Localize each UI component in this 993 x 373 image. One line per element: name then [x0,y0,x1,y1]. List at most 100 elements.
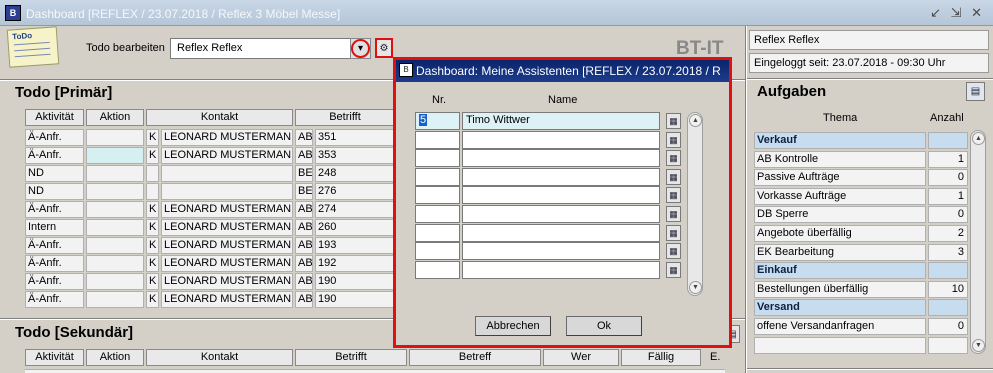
table-cell-aktion[interactable] [86,237,144,254]
task-item[interactable]: offene Versandanfragen [754,318,926,335]
assistant-name-input[interactable] [462,260,660,279]
sec-col-wer[interactable]: Wer [543,349,619,366]
assistant-name-input[interactable] [462,223,660,242]
table-cell-aktion[interactable] [86,201,144,218]
table-cell-typ[interactable]: AB [295,129,313,146]
lookup-icon[interactable]: ▦ [666,131,681,148]
table-cell-kontakt[interactable]: LEONARD MUSTERMANN [161,255,293,272]
lookup-icon[interactable]: ▦ [666,243,681,260]
sec-col-e[interactable]: E. [710,351,720,363]
assistant-name-input[interactable]: Timo Wittwer [462,112,660,130]
task-item[interactable]: AB Kontrolle [754,150,926,168]
table-cell-typ[interactable]: AB [295,147,313,164]
dialog-scrollbar[interactable]: ▲ ▼ [687,112,703,296]
tasks-scrollbar[interactable]: ▲ ▼ [970,130,986,354]
table-cell-nr[interactable]: 351 [315,129,395,146]
sec-col-kontakt[interactable]: Kontakt [146,349,293,366]
ok-button[interactable]: Ok [566,316,642,336]
table-cell-typ[interactable]: AB [295,291,313,308]
table-cell-kontakt[interactable]: LEONARD MUSTERMANN [161,219,293,236]
table-cell-aktion[interactable] [86,165,144,182]
table-cell-nr[interactable]: 190 [315,291,395,308]
assistant-nr-input[interactable] [415,167,460,186]
table-cell-k[interactable]: K [146,255,159,272]
todo-user-select[interactable]: Reflex Reflex [170,38,370,59]
sec-col-betrifft[interactable]: Betrifft [295,349,407,366]
assistant-nr-input[interactable] [415,149,460,168]
table-cell-k[interactable]: K [146,129,159,146]
table-cell-aktivitaet[interactable]: Ä-Anfr. [25,255,84,272]
table-cell-aktivitaet[interactable]: Intern [25,219,84,236]
table-cell-aktivitaet[interactable]: Ä-Anfr. [25,129,84,146]
cancel-button[interactable]: Abbrechen [475,316,551,336]
sec-col-betreff[interactable]: Betreff [409,349,541,366]
table-cell-nr[interactable]: 276 [315,183,395,200]
assistants-button[interactable]: ⚙ [375,38,393,58]
assistant-name-input[interactable] [462,186,660,205]
table-cell-aktivitaet[interactable]: Ä-Anfr. [25,147,84,164]
table-cell-aktion[interactable] [86,183,144,200]
table-cell-nr[interactable]: 353 [315,147,395,164]
assistant-nr-input[interactable] [415,260,460,279]
task-count[interactable]: 0 [928,206,968,224]
task-count[interactable]: 1 [928,150,968,168]
col-aktivitaet[interactable]: Aktivität [25,109,84,126]
table-cell-aktion[interactable] [86,219,144,236]
scroll-down-icon[interactable]: ▼ [689,281,702,294]
table-cell-kontakt[interactable] [161,165,293,182]
task-count[interactable]: 0 [928,169,968,187]
assistant-name-input[interactable] [462,149,660,168]
tasks-settings-icon[interactable]: ▤ [966,82,985,101]
table-cell-nr[interactable]: 248 [315,165,395,182]
assistant-nr-input[interactable] [415,186,460,205]
table-cell-typ[interactable]: BE [295,183,313,200]
table-cell-k[interactable]: K [146,291,159,308]
task-count[interactable] [928,132,968,149]
sec-col-faellig[interactable]: Fällig [621,349,701,366]
task-count[interactable]: 0 [928,318,968,335]
task-count[interactable] [928,336,968,354]
task-count[interactable] [928,262,968,280]
table-cell-kontakt[interactable]: LEONARD MUSTERMANN [161,201,293,218]
table-cell-kontakt[interactable] [161,183,293,200]
task-count[interactable]: 10 [928,280,968,298]
lookup-icon[interactable]: ▦ [666,206,681,222]
scroll-up-icon[interactable]: ▲ [972,132,985,145]
table-cell-kontakt[interactable]: LEONARD MUSTERMANN [161,147,293,164]
table-cell-aktion[interactable] [86,129,144,146]
table-cell-nr[interactable]: 192 [315,255,395,272]
table-cell-kontakt[interactable]: LEONARD MUSTERMANN [161,273,293,290]
assistant-name-input[interactable] [462,167,660,186]
table-cell-typ[interactable]: AB [295,201,313,218]
table-cell-kontakt[interactable]: LEONARD MUSTERMANN [161,129,293,146]
table-cell-kontakt[interactable]: LEONARD MUSTERMANN [161,291,293,308]
scroll-up-icon[interactable]: ▲ [689,114,702,127]
lookup-icon[interactable]: ▦ [666,187,681,204]
assistant-nr-input[interactable] [415,242,460,261]
task-count[interactable]: 2 [928,225,968,242]
sec-col-aktivitaet[interactable]: Aktivität [25,349,84,366]
sec-col-aktion[interactable]: Aktion [86,349,144,366]
table-cell-k[interactable]: K [146,147,159,164]
task-item[interactable]: Vorkasse Aufträge [754,187,926,205]
table-cell-nr[interactable]: 274 [315,201,395,218]
lookup-icon[interactable]: ▦ [666,168,681,185]
table-cell-typ[interactable]: AB [295,237,313,254]
table-cell-aktion[interactable] [86,255,144,272]
table-cell-aktivitaet[interactable]: ND [25,165,84,182]
lookup-icon[interactable]: ▦ [666,224,681,241]
table-cell-aktion[interactable] [86,147,144,164]
task-item[interactable] [754,336,926,354]
lookup-icon[interactable]: ▦ [666,150,681,167]
table-cell-aktivitaet[interactable]: Ä-Anfr. [25,291,84,308]
task-item[interactable]: EK Bearbeitung [754,243,926,261]
table-cell-k[interactable]: K [146,273,159,290]
table-cell-kontakt[interactable]: LEONARD MUSTERMANN [161,237,293,254]
table-cell-k[interactable]: K [146,201,159,218]
assistant-nr-input[interactable] [415,130,460,149]
table-cell-aktion[interactable] [86,273,144,290]
task-group[interactable]: Verkauf [754,132,926,149]
task-group[interactable]: Einkauf [754,262,926,280]
table-cell-aktivitaet[interactable]: Ä-Anfr. [25,237,84,254]
assistant-name-input[interactable] [462,205,660,223]
